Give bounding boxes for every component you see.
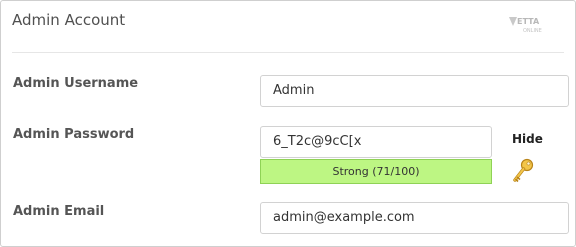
vetta-online-logo: ETTA ONLINE xyxy=(509,17,542,34)
email-field[interactable]: admin@example.com xyxy=(260,202,569,234)
panel-title: Admin Account xyxy=(12,11,126,29)
title-divider xyxy=(12,52,564,53)
password-field[interactable]: 6_T2c@9cC[x xyxy=(260,126,492,158)
password-label: Admin Password xyxy=(13,127,135,142)
svg-text:ETTA: ETTA xyxy=(517,17,540,26)
email-label: Admin Email xyxy=(13,204,105,219)
hide-password-button[interactable]: Hide xyxy=(512,132,543,146)
username-label: Admin Username xyxy=(13,76,139,91)
admin-account-panel: Admin Account ETTA ONLINE Admin Username… xyxy=(0,0,576,247)
svg-text:ONLINE: ONLINE xyxy=(523,28,542,34)
key-icon[interactable] xyxy=(512,158,534,184)
password-strength-meter: Strong (71/100) xyxy=(260,159,492,184)
username-field[interactable]: Admin xyxy=(260,75,569,107)
